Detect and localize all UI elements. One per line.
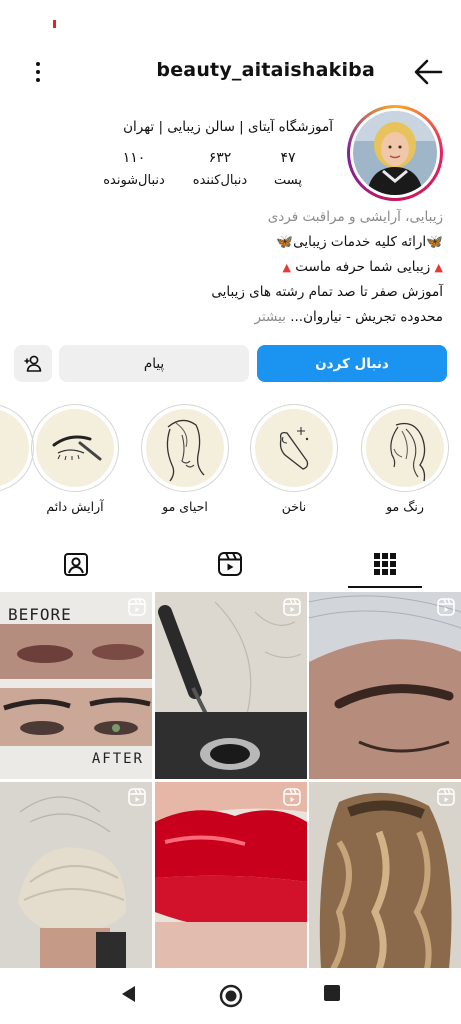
add-user-button[interactable] (14, 345, 52, 382)
profile-actions: دنبال کردن پیام (14, 345, 447, 383)
bio-line-training: آموزش صفر تا صد تمام رشته های زیبایی (211, 284, 443, 300)
stat-following-label: دنبال‌شونده (103, 173, 165, 188)
butterfly-icon: 🦋 (276, 234, 294, 250)
post-thumbnail[interactable] (155, 592, 307, 779)
bio-line-4-text: محدوده تجریش - نیاروان... (290, 309, 443, 325)
post-thumbnail[interactable] (155, 782, 307, 969)
red-triangle-icon: ▲ (434, 261, 443, 274)
status-bar (0, 0, 461, 44)
nav-back-icon[interactable] (119, 984, 139, 1004)
bio-line-services: 🦋ارائه کلیه خدمات زیبایی🦋 (13, 230, 443, 255)
post-thumbnail[interactable] (309, 782, 461, 969)
reel-icon (437, 788, 455, 806)
butterfly-icon: 🦋 (426, 234, 443, 250)
hair-profile-icon (390, 422, 426, 482)
post-thumbnail[interactable] (309, 592, 461, 779)
arrow-back-icon[interactable] (413, 58, 443, 86)
post-image (155, 592, 307, 779)
stat-followers[interactable]: ۶۳۲ دنبال‌کننده (175, 150, 265, 188)
message-button[interactable]: پیام (59, 345, 249, 382)
reel-icon (283, 788, 301, 806)
bio-more-link[interactable]: بیشتر (255, 309, 286, 325)
avatar-story-ring[interactable] (347, 105, 443, 201)
post-thumbnail[interactable]: BEFORE AFTER (0, 592, 152, 779)
post-thumbnail[interactable] (0, 782, 152, 969)
tab-reels[interactable] (194, 542, 266, 586)
reel-icon (128, 788, 146, 806)
more-vert-icon[interactable] (26, 60, 50, 84)
eyebrow-tool-icon (52, 435, 102, 461)
reel-icon (437, 598, 455, 616)
woman-face-icon (166, 419, 205, 482)
story-highlights: آرایش دائم احیای مو ناخن رنگ مو (0, 404, 461, 524)
profile-username: beauty_aitaishakiba (156, 59, 375, 81)
after-label: AFTER (91, 751, 144, 767)
person-add-icon (24, 355, 42, 372)
nav-home-icon[interactable] (219, 984, 243, 1008)
bio-line-slogan: ▲ زیبایی شما حرفه ماست ▲ (13, 255, 443, 280)
profile-header: آموزشگاه آیتای | سالن زیبایی | تهران ۴۷ … (0, 105, 461, 205)
stat-following[interactable]: ۱۱۰ دنبال‌شونده (89, 150, 179, 188)
tab-grid[interactable] (349, 542, 421, 586)
stat-followers-label: دنبال‌کننده (192, 173, 248, 188)
nail-hand-icon (279, 427, 309, 470)
top-bar: beauty_aitaishakiba (0, 50, 461, 94)
before-label: BEFORE (8, 605, 72, 624)
status-indicator (53, 20, 56, 28)
highlight-label: ناخن (281, 499, 307, 514)
bio-line-2-text: زیبایی شما حرفه ماست (295, 259, 431, 275)
highlight-label: احیای مو (162, 499, 208, 514)
grid-icon (374, 553, 396, 575)
highlight-permanent-makeup[interactable]: آرایش دائم (30, 404, 120, 514)
highlight-label: آرایش دائم (46, 499, 104, 514)
post-image (0, 782, 152, 969)
active-tab-indicator (348, 586, 422, 588)
highlight-label: رنگ مو (386, 499, 424, 514)
highlight-hair-color[interactable]: رنگ مو (360, 404, 450, 514)
highlight-nails[interactable]: ناخن (249, 404, 339, 514)
stat-following-value: ۱۱۰ (122, 150, 146, 166)
post-image (309, 592, 461, 779)
tagged-icon (64, 553, 88, 576)
highlight-hair-revival[interactable]: احیای مو (140, 404, 230, 514)
bio-line-1-text: ارائه کلیه خدمات زیبایی (293, 234, 427, 250)
post-grid: BEFORE AFTER (0, 592, 461, 969)
avatar (353, 111, 437, 195)
red-triangle-icon: ▲ (282, 261, 291, 274)
reel-icon (283, 598, 301, 616)
tab-tagged[interactable] (40, 542, 112, 586)
profile-title: آموزشگاه آیتای | سالن زیبایی | تهران (123, 119, 333, 135)
bio-line-location: محدوده تجریش - نیاروان... بیشتر (13, 305, 444, 330)
post-image (309, 782, 461, 969)
profile-bio: زیبایی، آرایشی و مراقبت فردی 🦋ارائه کلیه… (13, 205, 443, 330)
profile-category: زیبایی، آرایشی و مراقبت فردی (267, 209, 443, 225)
nav-recents-icon[interactable] (323, 984, 341, 1002)
system-nav-bar (0, 968, 461, 1024)
stat-followers-value: ۶۳۲ (208, 150, 232, 166)
post-image (155, 782, 307, 969)
reels-icon (218, 552, 242, 576)
follow-button[interactable]: دنبال کردن (257, 345, 447, 382)
reel-icon (128, 598, 146, 616)
profile-tabs (0, 542, 461, 588)
